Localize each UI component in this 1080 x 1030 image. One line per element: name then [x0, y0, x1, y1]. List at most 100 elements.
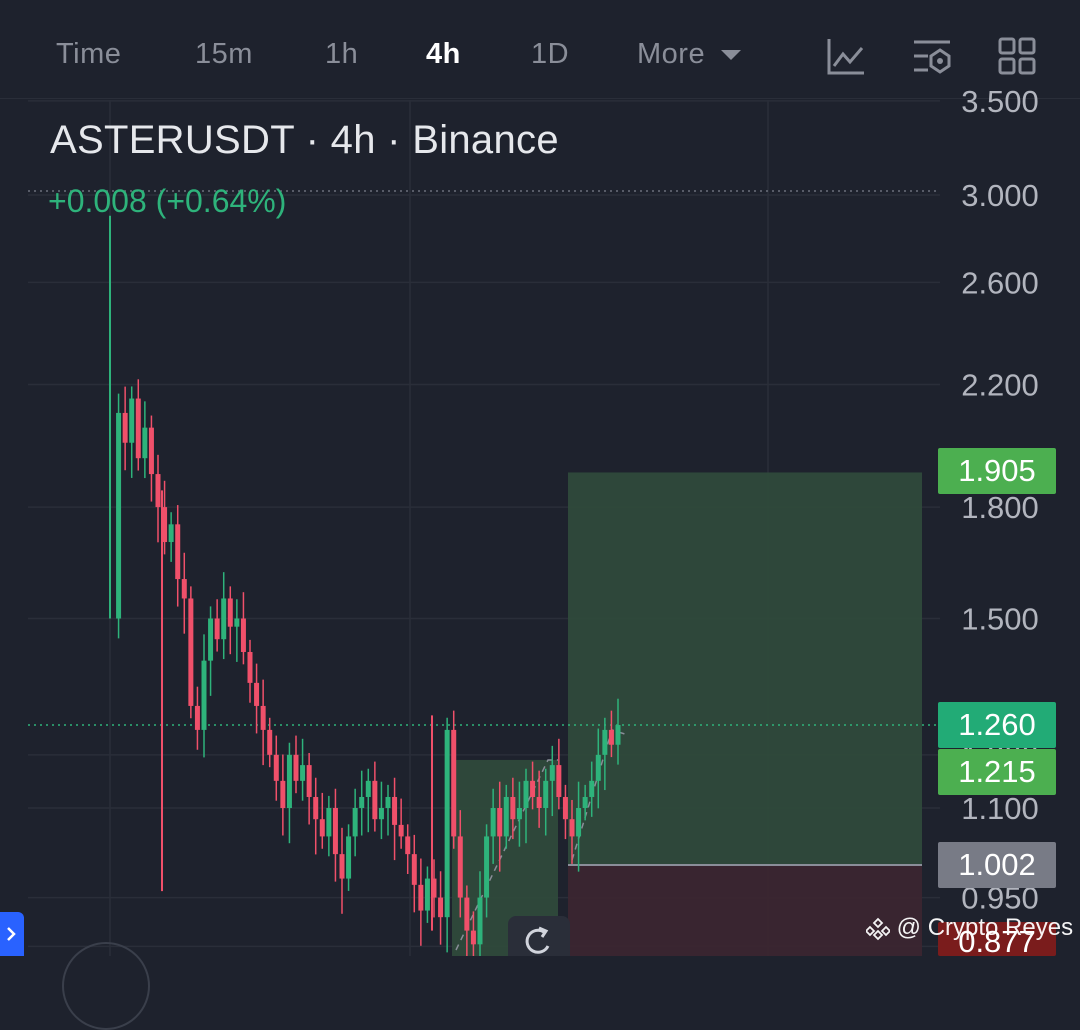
candle-body — [116, 412, 122, 619]
candle-body — [503, 796, 509, 837]
candle-body — [352, 808, 358, 837]
candle-body — [464, 897, 470, 931]
candle-body — [451, 729, 457, 837]
y-tick-label: 3.500 — [961, 84, 1039, 119]
symbol-title: ASTERUSDT · 4h · Binance — [50, 118, 559, 162]
candle-body — [615, 725, 621, 745]
candle-body — [214, 618, 220, 640]
candle-body — [457, 836, 463, 898]
candle-body — [543, 780, 549, 808]
candle-body — [234, 618, 240, 627]
candle-body — [385, 796, 391, 808]
candle-body — [418, 884, 424, 911]
candle-body — [569, 819, 575, 837]
profit-zone — [568, 472, 922, 866]
candle-body — [378, 808, 384, 820]
watermark: @ Crypto Reyes — [864, 914, 1074, 942]
candle-body — [300, 765, 306, 781]
candle-body — [576, 808, 582, 837]
candle-body — [582, 796, 588, 808]
candle-body — [247, 651, 253, 683]
candle-body — [530, 780, 536, 797]
candle-body — [135, 398, 141, 459]
candle-body — [438, 897, 444, 918]
candle-body — [365, 780, 371, 797]
y-tick-label: 2.600 — [961, 265, 1039, 300]
binance-logo-icon — [864, 917, 892, 940]
candle-body — [148, 427, 154, 475]
candle-body — [194, 705, 200, 730]
y-tick-label: 1.100 — [961, 791, 1039, 826]
candle-body — [510, 796, 516, 820]
candle-body — [392, 796, 398, 825]
scroll-left-handle[interactable] — [0, 912, 24, 956]
candle-body — [556, 765, 562, 797]
candle-body — [273, 754, 279, 781]
candle-body — [227, 598, 233, 627]
candle-body — [280, 780, 286, 808]
candle-body — [332, 808, 338, 855]
candle-body — [181, 579, 187, 599]
candle-body — [490, 808, 496, 837]
candle-body — [201, 660, 207, 730]
candle-body — [470, 930, 476, 945]
candle-body — [477, 897, 483, 945]
candle-body — [497, 808, 503, 837]
candle-body — [608, 729, 614, 745]
candle-body — [339, 854, 345, 879]
candle-body — [405, 836, 411, 855]
candle-body — [267, 729, 273, 755]
y-tick-label: 1.800 — [961, 490, 1039, 525]
price-change: +0.008 (+0.64%) — [48, 183, 287, 219]
target-price-badge: 1.905 — [938, 448, 1056, 494]
candle-body — [372, 780, 378, 820]
candle-body — [306, 765, 312, 797]
candle-body — [319, 819, 325, 837]
candle-body — [549, 765, 555, 781]
candle-body — [122, 412, 128, 443]
stop-price-badge: 1.002 — [938, 842, 1056, 888]
candle-body — [326, 808, 332, 837]
candle-body — [254, 682, 260, 706]
candle-body — [129, 398, 135, 443]
candle-body — [523, 780, 529, 808]
candle-body — [595, 754, 601, 781]
candle-body — [188, 598, 194, 706]
candle-body — [286, 754, 292, 808]
reset-icon — [525, 926, 550, 954]
candle-body — [313, 796, 319, 820]
candle-body — [589, 780, 595, 797]
candle-body — [260, 705, 266, 730]
candle-body — [411, 854, 417, 885]
candle-body — [536, 796, 542, 808]
candle-body — [175, 524, 181, 580]
candle-body — [516, 808, 522, 820]
candle-body — [168, 524, 174, 543]
candle-body — [424, 878, 430, 911]
candle-body — [346, 836, 352, 879]
candle-body — [562, 796, 568, 820]
candle-body — [208, 618, 214, 661]
watermark-text: @ Crypto Reyes — [896, 914, 1074, 941]
candle-body — [155, 474, 161, 508]
entry-price-badge: 1.215 — [938, 749, 1056, 795]
y-tick-label: 3.000 — [961, 178, 1039, 213]
candle-body — [221, 598, 227, 640]
floating-action-button[interactable] — [62, 942, 150, 1030]
candle-body — [359, 796, 365, 808]
position-zones — [452, 472, 922, 956]
candle-body — [293, 754, 299, 781]
loss-zone — [568, 865, 922, 956]
price-axis: 3.5003.0002.6002.2001.8001.5001.2001.100… — [961, 84, 1039, 956]
candle-body — [602, 729, 608, 755]
y-tick-label: 1.500 — [961, 602, 1039, 637]
candle-body — [142, 427, 148, 459]
candle-body — [444, 729, 450, 918]
candle-body — [484, 836, 490, 898]
y-tick-label: 2.200 — [961, 367, 1039, 402]
chevron-right-icon — [7, 927, 16, 941]
candle-body — [240, 618, 246, 652]
reset-chart-button[interactable] — [508, 916, 570, 956]
last-price-badge: 1.260 — [938, 702, 1056, 748]
candle-body — [398, 824, 404, 837]
